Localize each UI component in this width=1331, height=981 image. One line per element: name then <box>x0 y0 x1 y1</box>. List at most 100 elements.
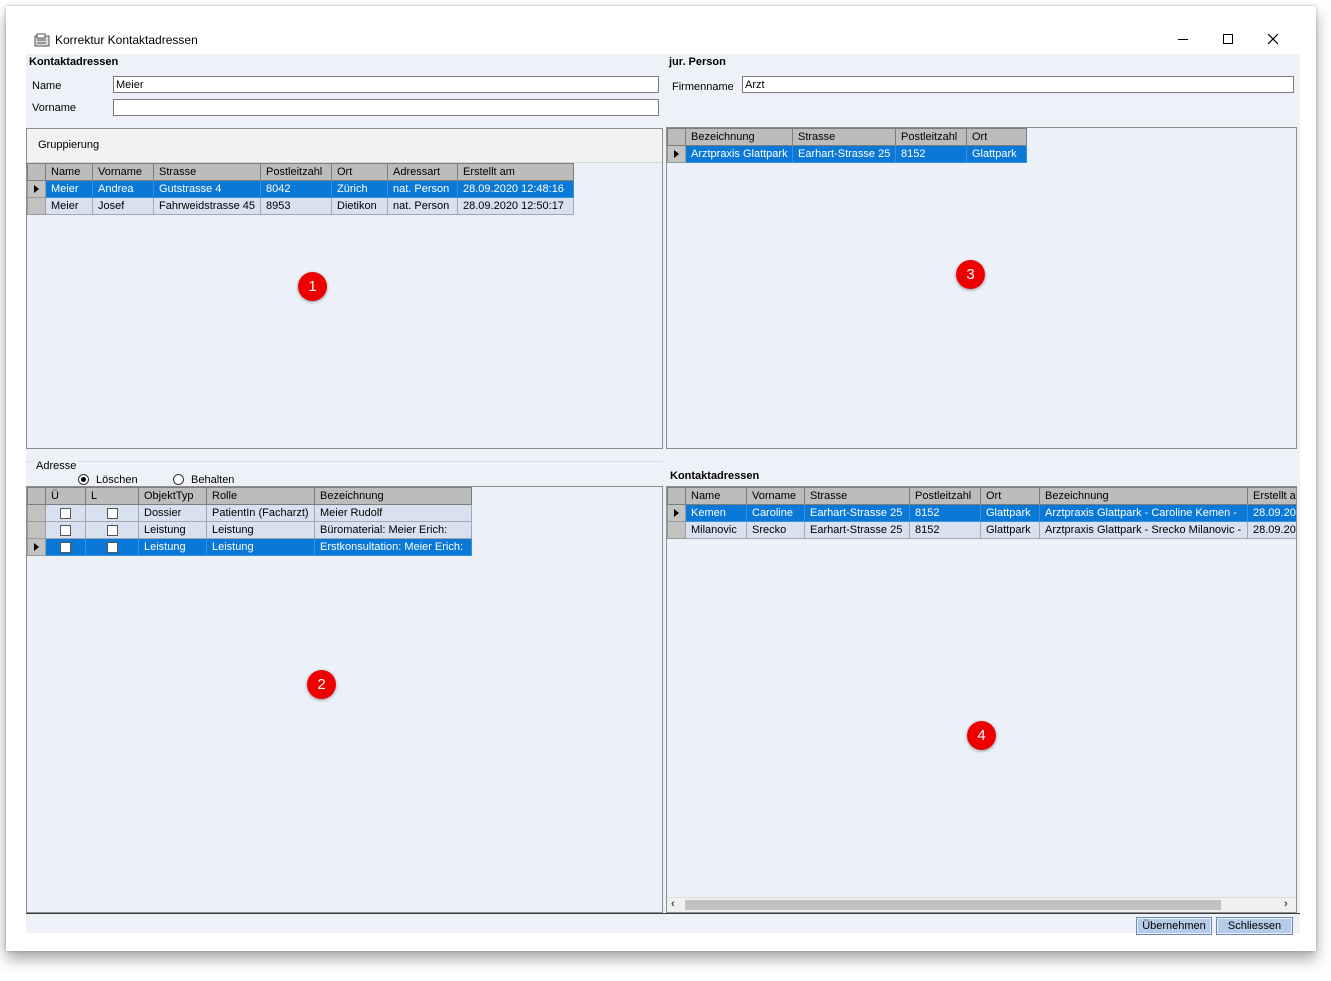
cell[interactable]: Arztpraxis Glattpark - Caroline Kemen - <box>1039 504 1248 522</box>
horizontal-scrollbar[interactable]: ‹ › <box>667 897 1296 912</box>
cell[interactable]: Milanovic <box>685 521 747 539</box>
col-header-ort[interactable]: Ort <box>966 128 1027 146</box>
table-row[interactable]: Meier Andrea Gutstrasse 4 8042 Zürich na… <box>27 180 574 198</box>
checkbox-cell-l[interactable] <box>85 538 139 556</box>
cell[interactable]: nat. Person <box>387 180 458 198</box>
row-header[interactable] <box>27 197 46 215</box>
row-header[interactable] <box>27 504 46 522</box>
col-header-rolle[interactable]: Rolle <box>206 487 315 505</box>
vorname-input[interactable] <box>113 99 659 116</box>
checkbox-cell-ue[interactable] <box>45 504 86 522</box>
col-header-strasse[interactable]: Strasse <box>792 128 896 146</box>
name-input[interactable] <box>113 76 659 93</box>
col-header-bezeichnung[interactable]: Bezeichnung <box>314 487 472 505</box>
cell[interactable]: Earhart-Strasse 25 <box>804 521 910 539</box>
cell[interactable]: Meier Rudolf <box>314 504 472 522</box>
cell[interactable]: 28.09.2020 12:48:16 <box>457 180 574 198</box>
checkbox-cell-ue[interactable] <box>45 521 86 539</box>
col-header-strasse[interactable]: Strasse <box>153 163 261 181</box>
checkbox-ue[interactable] <box>60 541 71 553</box>
row-header[interactable] <box>27 521 46 539</box>
cell[interactable]: Andrea <box>92 180 154 198</box>
cell[interactable]: Dossier <box>138 504 207 522</box>
cell[interactable]: 28.09.2020 <box>1247 521 1296 539</box>
checkbox-ue[interactable] <box>60 524 71 536</box>
maximize-button[interactable] <box>1205 24 1251 54</box>
cell[interactable]: 8152 <box>909 521 981 539</box>
cell[interactable]: Glattpark <box>980 521 1040 539</box>
cell[interactable]: Srecko <box>746 521 805 539</box>
cell[interactable]: Meier <box>45 197 93 215</box>
scroll-right-icon[interactable]: › <box>1284 898 1288 910</box>
row-header[interactable] <box>27 538 46 556</box>
radio-behalten-label[interactable]: Behalten <box>191 474 234 486</box>
cell[interactable]: Arztpraxis Glattpark - Srecko Milanovic … <box>1039 521 1248 539</box>
col-header-name[interactable]: Name <box>685 487 747 505</box>
table-row[interactable]: Dossier PatientIn (Facharzt) Meier Rudol… <box>27 504 472 522</box>
grouping-bar[interactable]: Gruppierung <box>27 129 662 163</box>
checkbox-l[interactable] <box>106 507 118 519</box>
cell[interactable]: 8152 <box>909 504 981 522</box>
table-row[interactable]: Milanovic Srecko Earhart-Strasse 25 8152… <box>667 521 1296 539</box>
cell[interactable]: 28.09.2020 <box>1247 504 1296 522</box>
cell[interactable]: Dietikon <box>331 197 388 215</box>
cell[interactable]: 8953 <box>260 197 332 215</box>
radio-loeschen-label[interactable]: Löschen <box>96 474 138 486</box>
checkbox-l[interactable] <box>106 541 118 553</box>
row-header[interactable] <box>667 145 686 163</box>
schliessen-button[interactable]: Schliessen <box>1216 917 1293 935</box>
checkbox-ue[interactable] <box>60 507 71 519</box>
cell[interactable]: Erstkonsultation: Meier Erich: <box>314 538 472 556</box>
cell[interactable]: Glattpark <box>966 145 1027 163</box>
col-header-ort[interactable]: Ort <box>980 487 1040 505</box>
col-header-name[interactable]: Name <box>45 163 93 181</box>
table-row[interactable]: Kemen Caroline Earhart-Strasse 25 8152 G… <box>667 504 1296 522</box>
col-header-strasse[interactable]: Strasse <box>804 487 910 505</box>
row-header[interactable] <box>667 521 686 539</box>
checkbox-cell-l[interactable] <box>85 504 139 522</box>
cell[interactable]: Earhart-Strasse 25 <box>792 145 896 163</box>
cell[interactable]: Leistung <box>138 521 207 539</box>
cell[interactable]: Büromaterial: Meier Erich: <box>314 521 472 539</box>
cell[interactable]: Leistung <box>138 538 207 556</box>
table-row[interactable]: Leistung Leistung Büromaterial: Meier Er… <box>27 521 472 539</box>
minimize-button[interactable] <box>1160 24 1206 54</box>
col-header-postleitzahl[interactable]: Postleitzahl <box>260 163 332 181</box>
table-row[interactable]: Leistung Leistung Erstkonsultation: Meie… <box>27 538 472 556</box>
col-header-ort[interactable]: Ort <box>331 163 388 181</box>
cell[interactable]: 8152 <box>895 145 967 163</box>
radio-behalten[interactable] <box>173 474 184 485</box>
cell[interactable]: Kemen <box>685 504 747 522</box>
col-header-postleitzahl[interactable]: Postleitzahl <box>895 128 967 146</box>
scroll-left-icon[interactable]: ‹ <box>671 898 675 910</box>
checkbox-l[interactable] <box>106 524 118 536</box>
col-header-adressart[interactable]: Adressart <box>387 163 458 181</box>
cell[interactable]: Gutstrasse 4 <box>153 180 261 198</box>
cell[interactable]: 28.09.2020 12:50:17 <box>457 197 574 215</box>
uebernehmen-button[interactable]: Übernehmen <box>1136 917 1212 935</box>
cell[interactable]: PatientIn (Facharzt) <box>206 504 315 522</box>
cell[interactable]: 8042 <box>260 180 332 198</box>
row-header[interactable] <box>667 504 686 522</box>
checkbox-cell-l[interactable] <box>85 521 139 539</box>
col-header-erstellt-am[interactable]: Erstellt am <box>1247 487 1296 505</box>
col-header-bezeichnung[interactable]: Bezeichnung <box>1039 487 1248 505</box>
close-window-button[interactable] <box>1250 24 1296 54</box>
firmenname-input[interactable] <box>742 76 1294 93</box>
cell[interactable]: Earhart-Strasse 25 <box>804 504 910 522</box>
col-header-erstellt-am[interactable]: Erstellt am <box>457 163 574 181</box>
cell[interactable]: Arztpraxis Glattpark <box>685 145 793 163</box>
cell[interactable]: Meier <box>45 180 93 198</box>
col-header-vorname[interactable]: Vorname <box>746 487 805 505</box>
col-header-vorname[interactable]: Vorname <box>92 163 154 181</box>
cell[interactable]: Josef <box>92 197 154 215</box>
col-header-postleitzahl[interactable]: Postleitzahl <box>909 487 981 505</box>
col-header-l[interactable]: L <box>85 487 139 505</box>
cell[interactable]: Fahrweidstrasse 45 <box>153 197 261 215</box>
cell[interactable]: Leistung <box>206 521 315 539</box>
cell[interactable]: nat. Person <box>387 197 458 215</box>
cell[interactable]: Caroline <box>746 504 805 522</box>
radio-loeschen[interactable] <box>78 474 89 485</box>
col-header-objekttyp[interactable]: ObjektTyp <box>138 487 207 505</box>
cell[interactable]: Leistung <box>206 538 315 556</box>
